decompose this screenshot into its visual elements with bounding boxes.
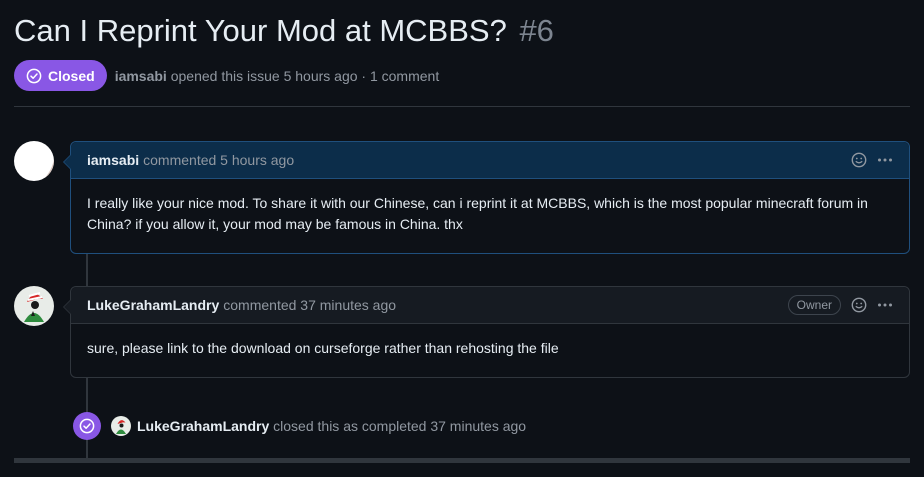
comment-card: LukeGrahamLandry commented 37 minutes ag…: [63, 286, 910, 378]
check-circle-icon: [79, 418, 95, 434]
closed-event-badge: [73, 412, 101, 440]
avatar[interactable]: [111, 416, 131, 436]
issue-title-text: Can I Reprint Your Mod at MCBBS?: [14, 13, 507, 48]
issue-number: #6: [519, 13, 554, 48]
comment-author[interactable]: iamsabi: [87, 152, 139, 168]
issue-title: Can I Reprint Your Mod at MCBBS? #6: [14, 13, 554, 49]
comment-body: I really like your nice mod. To share it…: [87, 195, 868, 232]
avatar[interactable]: [14, 286, 54, 326]
comment-actions: [851, 142, 893, 178]
state-badge: Closed: [14, 60, 107, 91]
kebab-menu-icon[interactable]: [877, 297, 893, 313]
comment-caret: [63, 154, 71, 170]
state-label: Closed: [48, 67, 95, 84]
issue-opened-text: opened this issue 5 hours ago · 1 commen…: [170, 67, 440, 84]
comment-timestamp[interactable]: commented 37 minutes ago: [223, 297, 396, 313]
kebab-menu-icon[interactable]: [877, 152, 893, 168]
event-text: LukeGrahamLandry closed this as complete…: [137, 418, 526, 434]
comment-body: sure, please link to the download on cur…: [87, 340, 559, 356]
issue-author-link[interactable]: iamsabi: [115, 68, 167, 84]
comment-caret: [63, 299, 71, 315]
avatar[interactable]: [14, 141, 54, 181]
header-divider: [14, 106, 910, 107]
smiley-icon[interactable]: [851, 297, 867, 313]
smiley-icon[interactable]: [851, 152, 867, 168]
comment-header: iamsabi commented 5 hours ago: [71, 142, 909, 179]
avatar-image: [111, 416, 131, 436]
avatar-image: [14, 141, 54, 181]
event-actor[interactable]: LukeGrahamLandry: [137, 418, 269, 434]
avatar-image: [14, 286, 54, 326]
check-circle-icon: [26, 68, 42, 83]
timeline-event-closed: LukeGrahamLandry closed this as complete…: [73, 410, 526, 442]
owner-badge: Owner: [787, 295, 841, 315]
bottom-divider: [14, 458, 910, 463]
comment-card: iamsabi commented 5 hours ago I really l…: [63, 141, 910, 254]
comment-header: LukeGrahamLandry commented 37 minutes ag…: [71, 287, 909, 324]
comment-author[interactable]: LukeGrahamLandry: [87, 297, 219, 313]
comment-timestamp[interactable]: commented 5 hours ago: [143, 152, 294, 168]
event-description: closed this as completed 37 minutes ago: [273, 418, 527, 434]
comment-actions: Owner: [787, 287, 893, 323]
issue-opened-info: iamsabi opened this issue 5 hours ago · …: [115, 68, 440, 84]
issue-meta: Closed iamsabi opened this issue 5 hours…: [14, 60, 439, 91]
